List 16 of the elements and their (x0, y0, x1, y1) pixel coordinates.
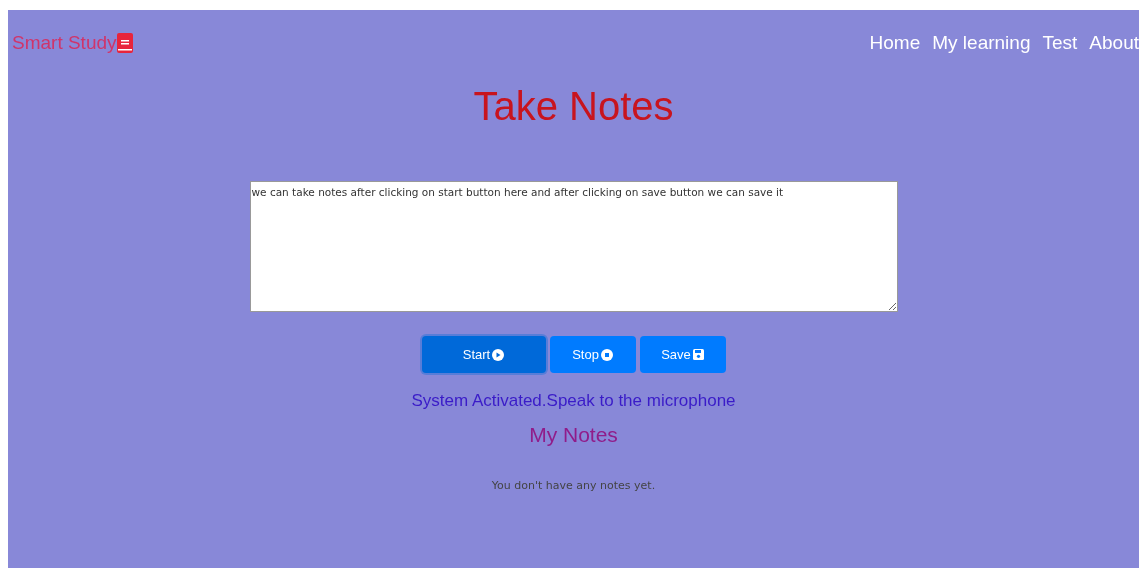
play-icon (492, 348, 505, 361)
nav-link[interactable]: Home (869, 32, 921, 54)
stop-icon (600, 348, 613, 361)
stop-button[interactable]: Stop (549, 336, 636, 373)
save-button[interactable]: Save (639, 336, 726, 373)
page-title: Take Notes (473, 84, 674, 129)
status-message: System Activated.Speak to the microphone (411, 391, 736, 411)
save-icon (692, 349, 704, 360)
empty-message: You don't have any notes yet. (491, 479, 656, 492)
nav-link[interactable]: Test (1042, 32, 1078, 54)
start-button[interactable]: Start (421, 336, 546, 373)
notes-heading: My Notes (529, 423, 618, 447)
notes-field[interactable]: we can take notes after clicking on start button here and after clicking on save button we can save it (249, 181, 898, 312)
book-icon (116, 33, 133, 53)
nav-link[interactable]: About (1089, 32, 1139, 54)
nav-link[interactable]: My learning (932, 32, 1031, 54)
